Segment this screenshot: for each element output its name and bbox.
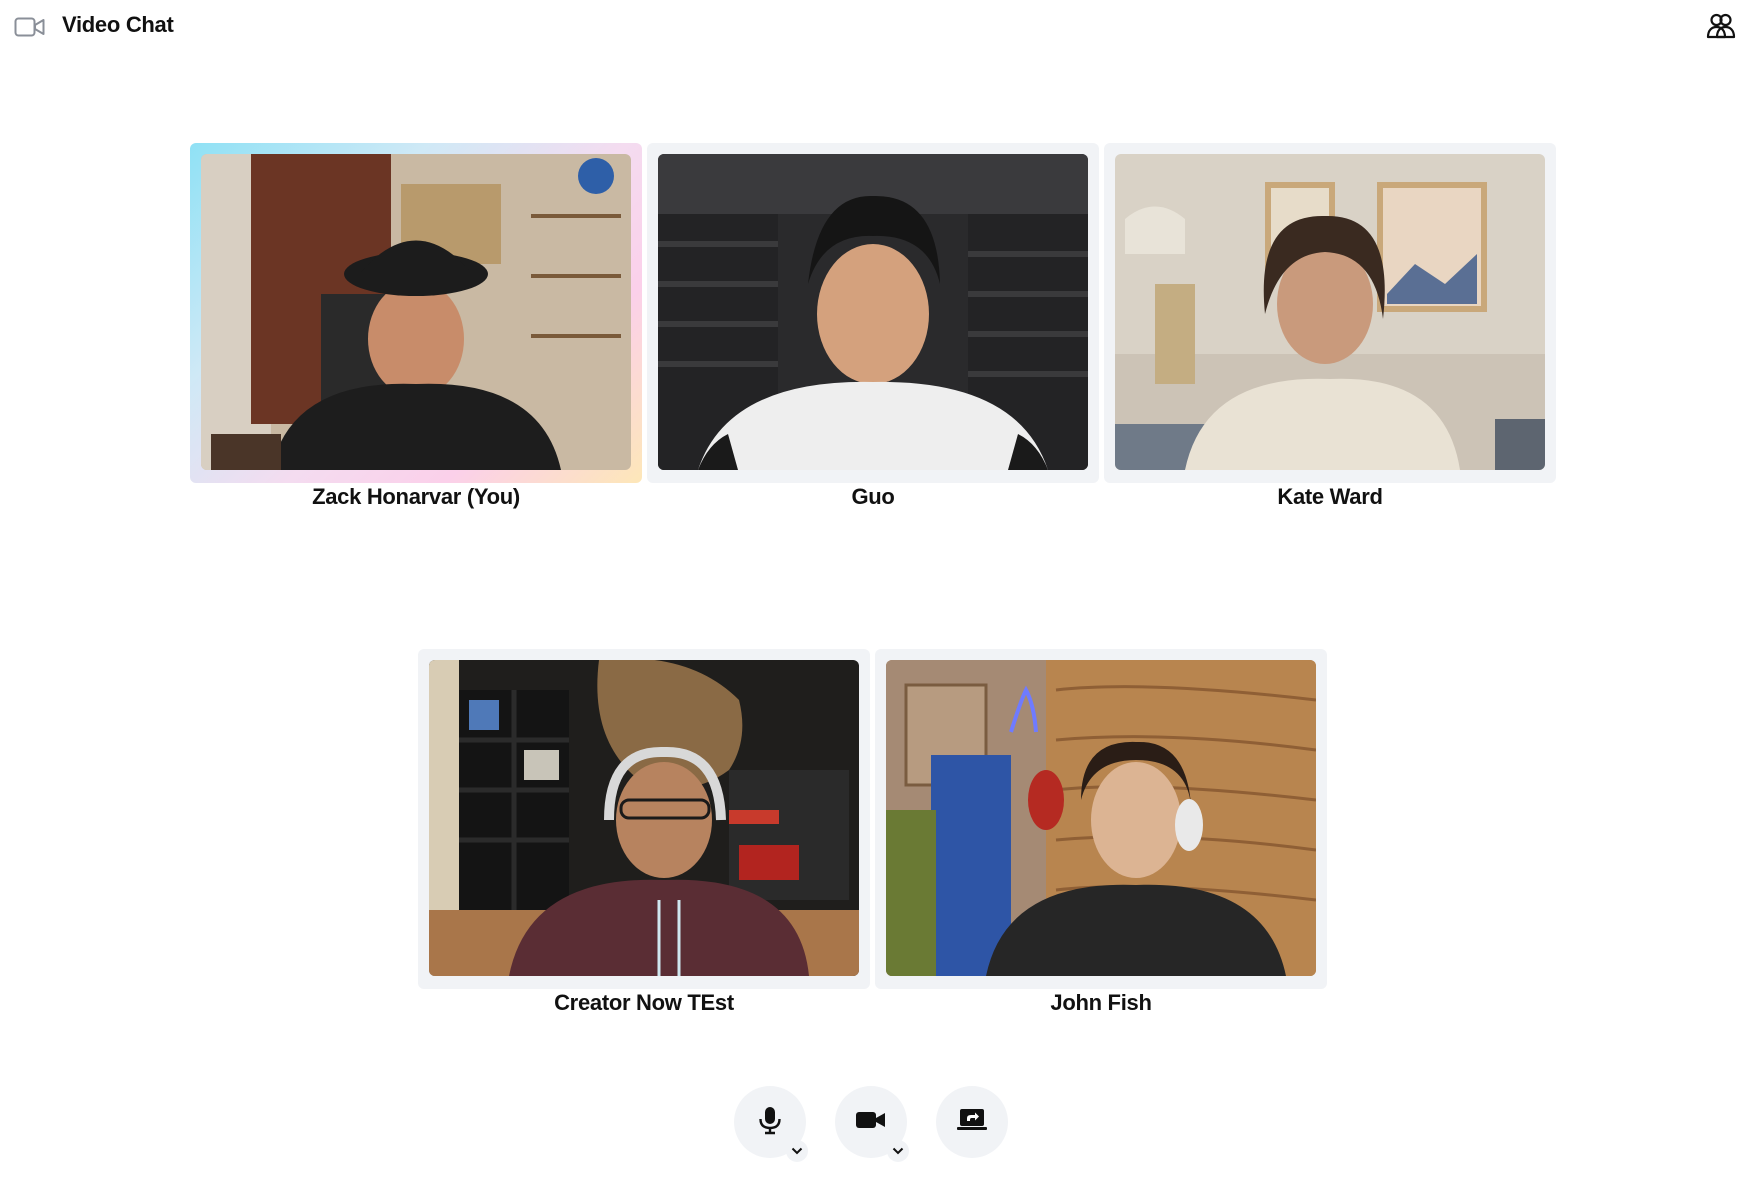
screen-share-icon (956, 1107, 988, 1138)
participant-tile-self[interactable] (190, 143, 642, 483)
participant-video (658, 154, 1088, 470)
participant-name: Kate Ward (1277, 484, 1383, 509)
header-bar: Video Chat (0, 0, 1749, 56)
microphone-options-button[interactable] (786, 1140, 808, 1162)
participant-video (201, 154, 631, 470)
participant-tile[interactable] (1104, 143, 1556, 483)
app-title: Video Chat (62, 12, 174, 37)
screen-share-button[interactable] (936, 1086, 1008, 1158)
camera-options-button[interactable] (887, 1140, 909, 1162)
camera-button[interactable] (835, 1086, 909, 1162)
participant-name: Creator Now TEst (554, 990, 734, 1015)
participant-video (886, 660, 1316, 976)
participant-tile[interactable] (875, 649, 1327, 989)
video-camera-icon (14, 16, 46, 38)
microphone-button[interactable] (734, 1086, 808, 1162)
participant-name: Zack Honarvar (You) (312, 484, 520, 509)
participant-name: Guo (851, 484, 895, 509)
participants-button[interactable] (1703, 10, 1739, 46)
participants-icon (1706, 11, 1736, 46)
participant-video (1115, 154, 1545, 470)
chevron-down-icon (791, 1142, 803, 1160)
video-camera-icon (855, 1109, 887, 1136)
participant-tile[interactable] (647, 143, 1099, 483)
chevron-down-icon (892, 1142, 904, 1160)
participant-tile[interactable] (418, 649, 870, 989)
participant-name: John Fish (1050, 990, 1152, 1015)
video-chat-app: Video Chat Zack Honarvar (You) Guo Kate … (0, 0, 1749, 1179)
microphone-icon (757, 1105, 783, 1140)
participant-video (429, 660, 859, 976)
